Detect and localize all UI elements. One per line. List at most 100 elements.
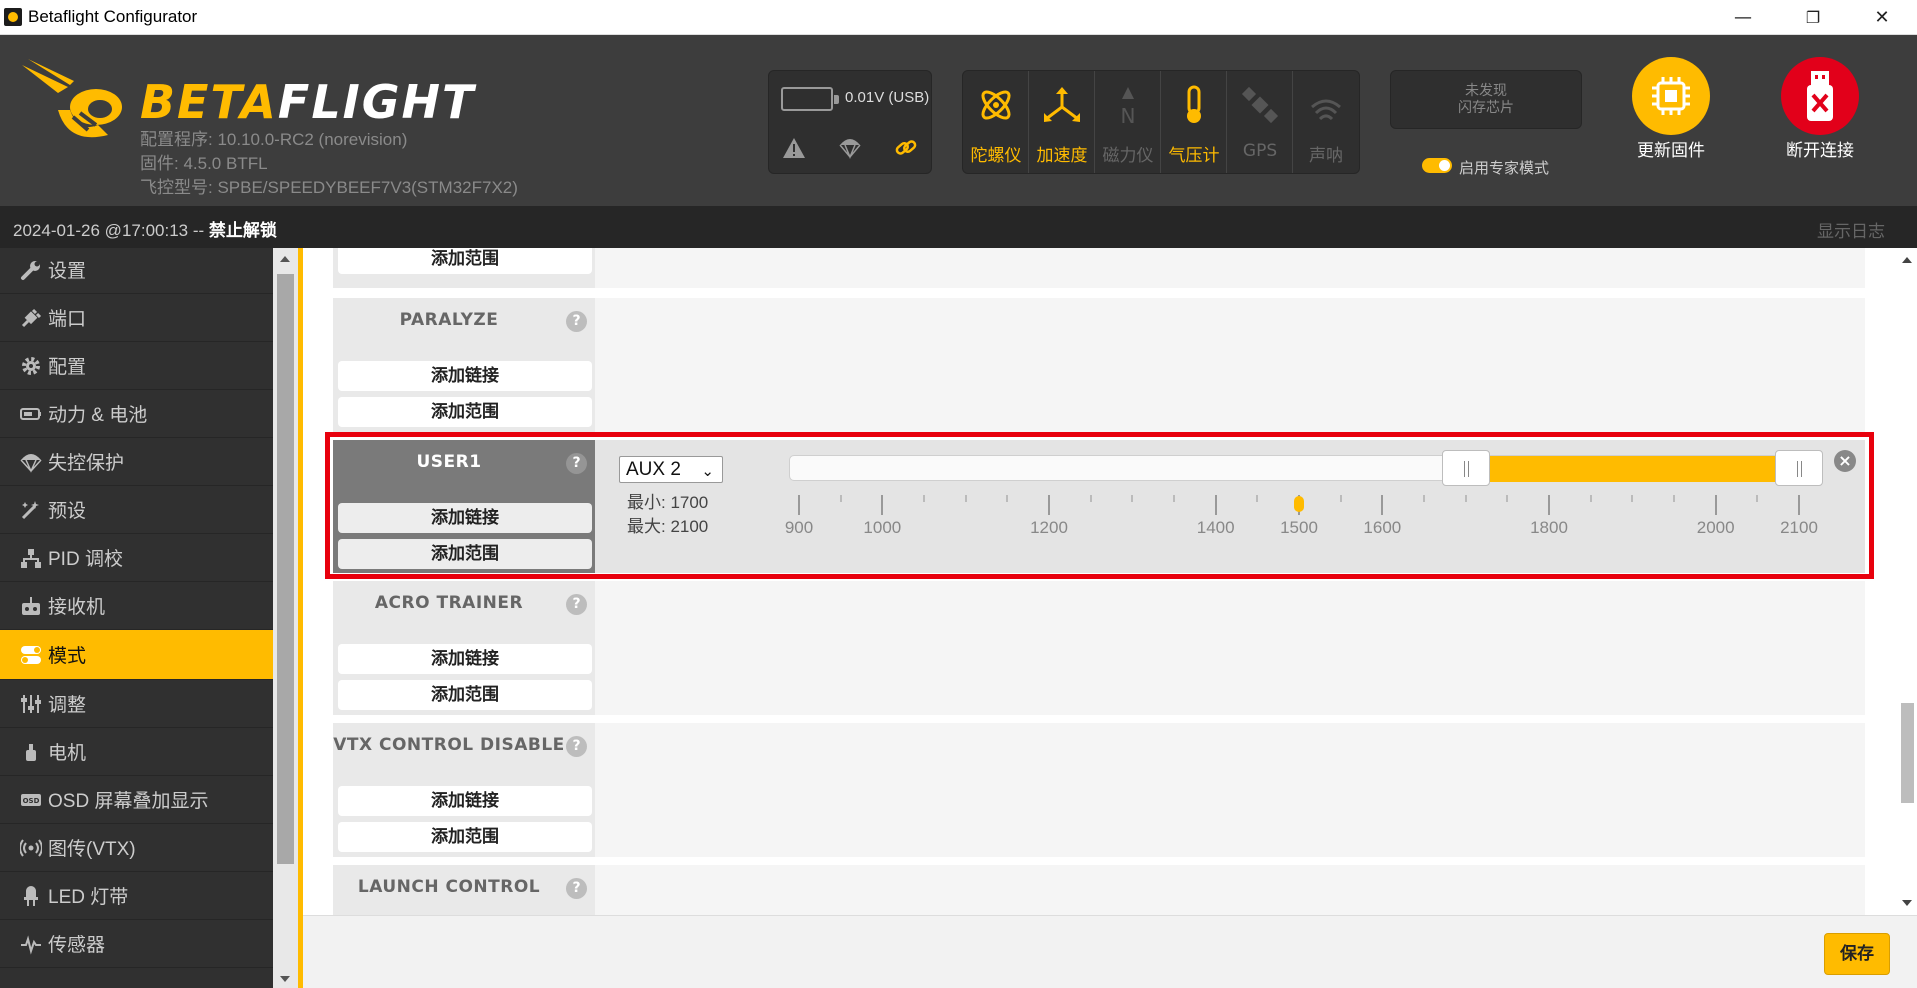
firmware-version: 固件: 4.5.0 BTFL bbox=[140, 154, 268, 173]
slider-tick-label: 1600 bbox=[1363, 518, 1402, 537]
slider-tick-label: 1800 bbox=[1530, 518, 1568, 537]
sidebar-item-osd[interactable]: OSD OSD 屏幕叠加显示 bbox=[0, 776, 273, 824]
usb-disconnect-icon bbox=[1807, 71, 1833, 121]
sidebar-item-failsafe[interactable]: 失控保护 bbox=[0, 438, 273, 486]
restore-button[interactable]: ❐ bbox=[1778, 0, 1848, 35]
slider-selected-range bbox=[1465, 456, 1799, 482]
sidebar-item-receiver[interactable]: 接收机 bbox=[0, 582, 273, 630]
disconnect-label[interactable]: 断开连接 bbox=[1760, 136, 1880, 161]
sidebar-item-adjustments[interactable]: 调整 bbox=[0, 680, 273, 728]
modes-content: 添加范围 PARALYZE ? 添加链接 添加范围 USER1 ? 添加链接 添… bbox=[303, 248, 1897, 915]
slider-tick bbox=[839, 495, 842, 502]
sidebar-item-setup[interactable]: 设置 bbox=[0, 248, 273, 294]
slider-tick bbox=[964, 495, 967, 502]
sonar-icon bbox=[1306, 85, 1346, 125]
sidebar-scrollbar[interactable] bbox=[273, 248, 298, 988]
disconnect-button[interactable] bbox=[1781, 57, 1859, 135]
minimize-button[interactable]: — bbox=[1708, 0, 1778, 35]
mode-name: LAUNCH CONTROL bbox=[357, 877, 541, 897]
header: BETAFLIGHT 配置程序: 10.10.0-RC2 (norevision… bbox=[0, 35, 1917, 206]
sensor-mag: N 磁力仪 bbox=[1095, 71, 1161, 173]
sidebar-item-led-strip[interactable]: LED 灯带 bbox=[0, 872, 273, 920]
aux-channel-select[interactable]: AUX 2 ⌄ bbox=[619, 456, 723, 483]
current-channel-value-marker bbox=[1294, 496, 1304, 512]
sensor-gyro: 陀螺仪 bbox=[963, 71, 1029, 173]
slider-max-handle[interactable] bbox=[1775, 450, 1823, 486]
betaflight-wordmark: BETAFLIGHT bbox=[140, 75, 476, 129]
add-link-button[interactable]: 添加链接 bbox=[338, 503, 592, 533]
slider-tick bbox=[1089, 495, 1092, 502]
scroll-down-arrow-icon[interactable] bbox=[1902, 900, 1912, 906]
scroll-up-arrow-icon[interactable] bbox=[1902, 257, 1912, 263]
add-link-button[interactable]: 添加链接 bbox=[338, 786, 592, 816]
add-range-button[interactable]: 添加范围 bbox=[338, 680, 592, 710]
failsafe-parachute-icon bbox=[835, 135, 865, 161]
betaflight-bee-logo-icon bbox=[22, 59, 122, 138]
slider-tick bbox=[1339, 495, 1342, 502]
slider-tick-label: 1500 bbox=[1280, 518, 1318, 537]
slider-tick-label: 2000 bbox=[1696, 518, 1735, 537]
scroll-down-arrow-icon[interactable] bbox=[280, 976, 290, 982]
sidebar-item-configuration[interactable]: 配置 bbox=[0, 342, 273, 390]
slider-tick bbox=[1464, 495, 1467, 502]
osd-icon: OSD bbox=[16, 789, 46, 811]
slider-tick bbox=[1423, 495, 1425, 502]
sidebar-scroll-thumb[interactable] bbox=[277, 274, 294, 864]
slider-tick bbox=[1131, 495, 1134, 502]
sidebar-item-vtx[interactable]: 图传(VTX) bbox=[0, 824, 273, 872]
content-scroll-thumb[interactable] bbox=[1901, 703, 1914, 803]
sidebar-item-power-battery[interactable]: 动力 & 电池 bbox=[0, 390, 273, 438]
update-firmware-button[interactable] bbox=[1632, 57, 1710, 135]
add-range-button[interactable]: 添加范围 bbox=[338, 822, 592, 852]
window-title: Betaflight Configurator bbox=[28, 7, 198, 26]
arming-status: 禁止解锁 bbox=[208, 221, 277, 240]
slider-tick bbox=[1506, 495, 1509, 502]
slider-min-handle[interactable] bbox=[1441, 450, 1490, 486]
help-icon[interactable]: ? bbox=[566, 736, 587, 757]
help-icon[interactable]: ? bbox=[566, 878, 587, 899]
expert-mode-toggle[interactable] bbox=[1422, 158, 1452, 173]
sidebar-item-presets[interactable]: 预设 bbox=[0, 486, 273, 534]
bottom-bar: 保存 bbox=[303, 915, 1917, 988]
mode-row-previous: 添加范围 bbox=[333, 248, 1865, 288]
parachute-icon bbox=[16, 451, 46, 473]
battery-icon bbox=[16, 403, 46, 425]
sensor-baro: 气压计 bbox=[1161, 71, 1227, 173]
toggle-icon bbox=[16, 644, 46, 666]
slider-tick bbox=[798, 495, 800, 515]
help-icon[interactable]: ? bbox=[566, 453, 587, 474]
show-log-link[interactable]: 显示日志 bbox=[1817, 217, 1885, 242]
slider-tick-label: 2100 bbox=[1780, 518, 1818, 537]
wrench-icon bbox=[16, 259, 46, 281]
chevron-down-icon: ⌄ bbox=[701, 463, 714, 480]
svg-text:OSD: OSD bbox=[23, 797, 40, 805]
slider-tick bbox=[1173, 495, 1175, 502]
scroll-up-arrow-icon[interactable] bbox=[280, 256, 290, 262]
add-link-button[interactable]: 添加链接 bbox=[338, 361, 592, 391]
sensor-gps: GPS bbox=[1227, 71, 1293, 173]
save-button[interactable]: 保存 bbox=[1824, 933, 1890, 975]
sidebar-item-motors[interactable]: 电机 bbox=[0, 728, 273, 776]
sidebar-item-modes[interactable]: 模式 bbox=[0, 630, 273, 680]
mode-name: ACRO TRAINER bbox=[374, 593, 524, 613]
help-icon[interactable]: ? bbox=[566, 594, 587, 615]
slider-tick bbox=[1798, 495, 1800, 515]
add-range-button[interactable]: 添加范围 bbox=[338, 397, 592, 427]
close-button[interactable]: ✕ bbox=[1847, 0, 1917, 35]
range-min-label: 最小: 1700 bbox=[627, 493, 709, 512]
expert-mode-label: 启用专家模式 bbox=[1459, 159, 1550, 177]
update-firmware-label[interactable]: 更新固件 bbox=[1611, 136, 1731, 161]
baro-icon bbox=[1174, 85, 1214, 125]
sensor-accel: 加速度 bbox=[1029, 71, 1095, 173]
sidebar-item-ports[interactable]: 端口 bbox=[0, 294, 273, 342]
sidebar-item-sensors[interactable]: 传感器 bbox=[0, 920, 273, 968]
slider-tick bbox=[1756, 495, 1759, 502]
add-range-button[interactable]: 添加范围 bbox=[338, 248, 592, 274]
add-range-button[interactable]: 添加范围 bbox=[338, 539, 592, 569]
add-link-button[interactable]: 添加链接 bbox=[338, 644, 592, 674]
content-scrollbar[interactable] bbox=[1897, 248, 1917, 915]
sidebar-item-pid-tuning[interactable]: PID 调校 bbox=[0, 534, 273, 582]
help-icon[interactable]: ? bbox=[566, 311, 587, 332]
led-icon bbox=[16, 885, 46, 907]
remove-range-button[interactable]: × bbox=[1834, 450, 1856, 472]
